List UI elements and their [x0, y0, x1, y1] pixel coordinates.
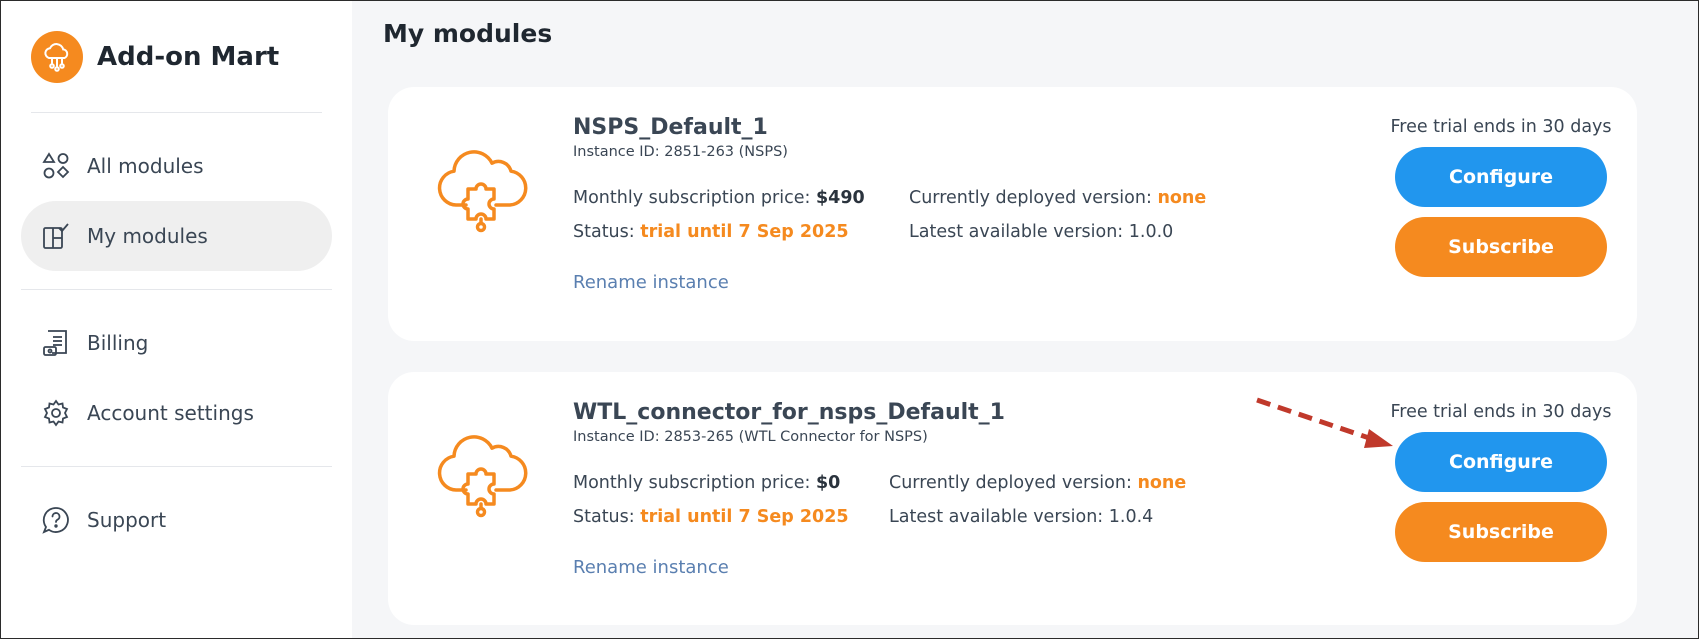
nav-group-modules: All modules My modules — [21, 113, 332, 290]
latest-value: 1.0.4 — [1108, 507, 1154, 527]
rename-instance-link[interactable]: Rename instance — [573, 272, 729, 293]
nav-group-support: Support — [21, 467, 332, 573]
help-bubble-icon — [41, 505, 71, 535]
module-actions: Free trial ends in 30 days Configure Sub… — [1390, 117, 1612, 277]
sidebar-item-label: All modules — [87, 154, 204, 178]
deployed-value: none — [1137, 473, 1187, 493]
shapes-icon — [41, 151, 71, 181]
module-info: Monthly subscription price: $0 Currently… — [573, 473, 1186, 527]
deployed-value: none — [1157, 188, 1207, 208]
module-info: Monthly subscription price: $490 Current… — [573, 188, 1206, 242]
module-actions: Free trial ends in 30 days Configure Sub… — [1390, 402, 1612, 562]
cloud-network-icon — [31, 30, 83, 83]
status-value: trial until 7 Sep 2025 — [640, 222, 849, 242]
module-details: NSPS_Default_1 Instance ID: 2851-263 (NS… — [573, 115, 1206, 293]
status-value: trial until 7 Sep 2025 — [640, 507, 849, 527]
subscription-price: Monthly subscription price: $490 — [573, 188, 865, 208]
module-details: WTL_connector_for_nsps_Default_1 Instanc… — [573, 400, 1186, 578]
sidebar-item-label: Account settings — [87, 401, 254, 425]
status: Status: trial until 7 Sep 2025 — [573, 507, 849, 527]
deployed-version: Currently deployed version: none — [909, 188, 1207, 208]
annotation-arrow-icon — [1256, 397, 1393, 448]
gear-icon — [41, 398, 71, 428]
price-value: $490 — [815, 188, 865, 208]
billing-icon — [41, 328, 71, 358]
module-name: WTL_connector_for_nsps_Default_1 — [573, 400, 1005, 425]
price-value: $0 — [815, 473, 841, 493]
trial-note: Free trial ends in 30 days — [1390, 117, 1612, 137]
sidebar-item-all-modules[interactable]: All modules — [21, 131, 332, 201]
configure-button[interactable]: Configure — [1395, 432, 1607, 492]
brand-name: Add-on Mart — [97, 41, 280, 72]
module-card: NSPS_Default_1 Instance ID: 2851-263 (NS… — [388, 87, 1637, 341]
nav-group-account: Billing Account settings — [21, 290, 332, 467]
module-card: WTL_connector_for_nsps_Default_1 Instanc… — [388, 372, 1637, 625]
subscribe-button[interactable]: Subscribe — [1395, 217, 1607, 277]
page-title: My modules — [383, 19, 553, 48]
latest-version: Latest available version: 1.0.0 — [909, 222, 1174, 242]
rename-instance-link[interactable]: Rename instance — [573, 557, 729, 578]
sidebar-item-account-settings[interactable]: Account settings — [21, 378, 332, 448]
deployed-version: Currently deployed version: none — [889, 473, 1187, 493]
subscribe-button[interactable]: Subscribe — [1395, 502, 1607, 562]
sidebar: Add-on Mart All modules My modules Billi… — [1, 1, 352, 638]
latest-version: Latest available version: 1.0.4 — [889, 507, 1154, 527]
cloud-puzzle-icon — [436, 141, 528, 233]
app-window: Add-on Mart All modules My modules Billi… — [0, 0, 1699, 639]
sidebar-item-billing[interactable]: Billing — [21, 308, 332, 378]
subscription-price: Monthly subscription price: $0 — [573, 473, 841, 493]
sidebar-item-my-modules[interactable]: My modules — [21, 201, 332, 271]
instance-id: Instance ID: 2851-263 (NSPS) — [573, 144, 788, 160]
sidebar-item-label: Billing — [87, 331, 149, 355]
modules-check-icon — [41, 221, 71, 251]
sidebar-item-support[interactable]: Support — [21, 485, 332, 555]
status: Status: trial until 7 Sep 2025 — [573, 222, 849, 242]
configure-button[interactable]: Configure — [1395, 147, 1607, 207]
main-content: My modules NSPS_Default_1 Instance ID: 2… — [352, 1, 1698, 638]
sidebar-item-label: My modules — [87, 224, 208, 248]
brand[interactable]: Add-on Mart — [31, 1, 322, 113]
cloud-puzzle-icon — [436, 426, 528, 518]
sidebar-item-label: Support — [87, 508, 167, 532]
latest-value: 1.0.0 — [1128, 222, 1174, 242]
trial-note: Free trial ends in 30 days — [1390, 402, 1612, 422]
instance-id: Instance ID: 2853-265 (WTL Connector for… — [573, 429, 928, 445]
module-name: NSPS_Default_1 — [573, 115, 768, 140]
